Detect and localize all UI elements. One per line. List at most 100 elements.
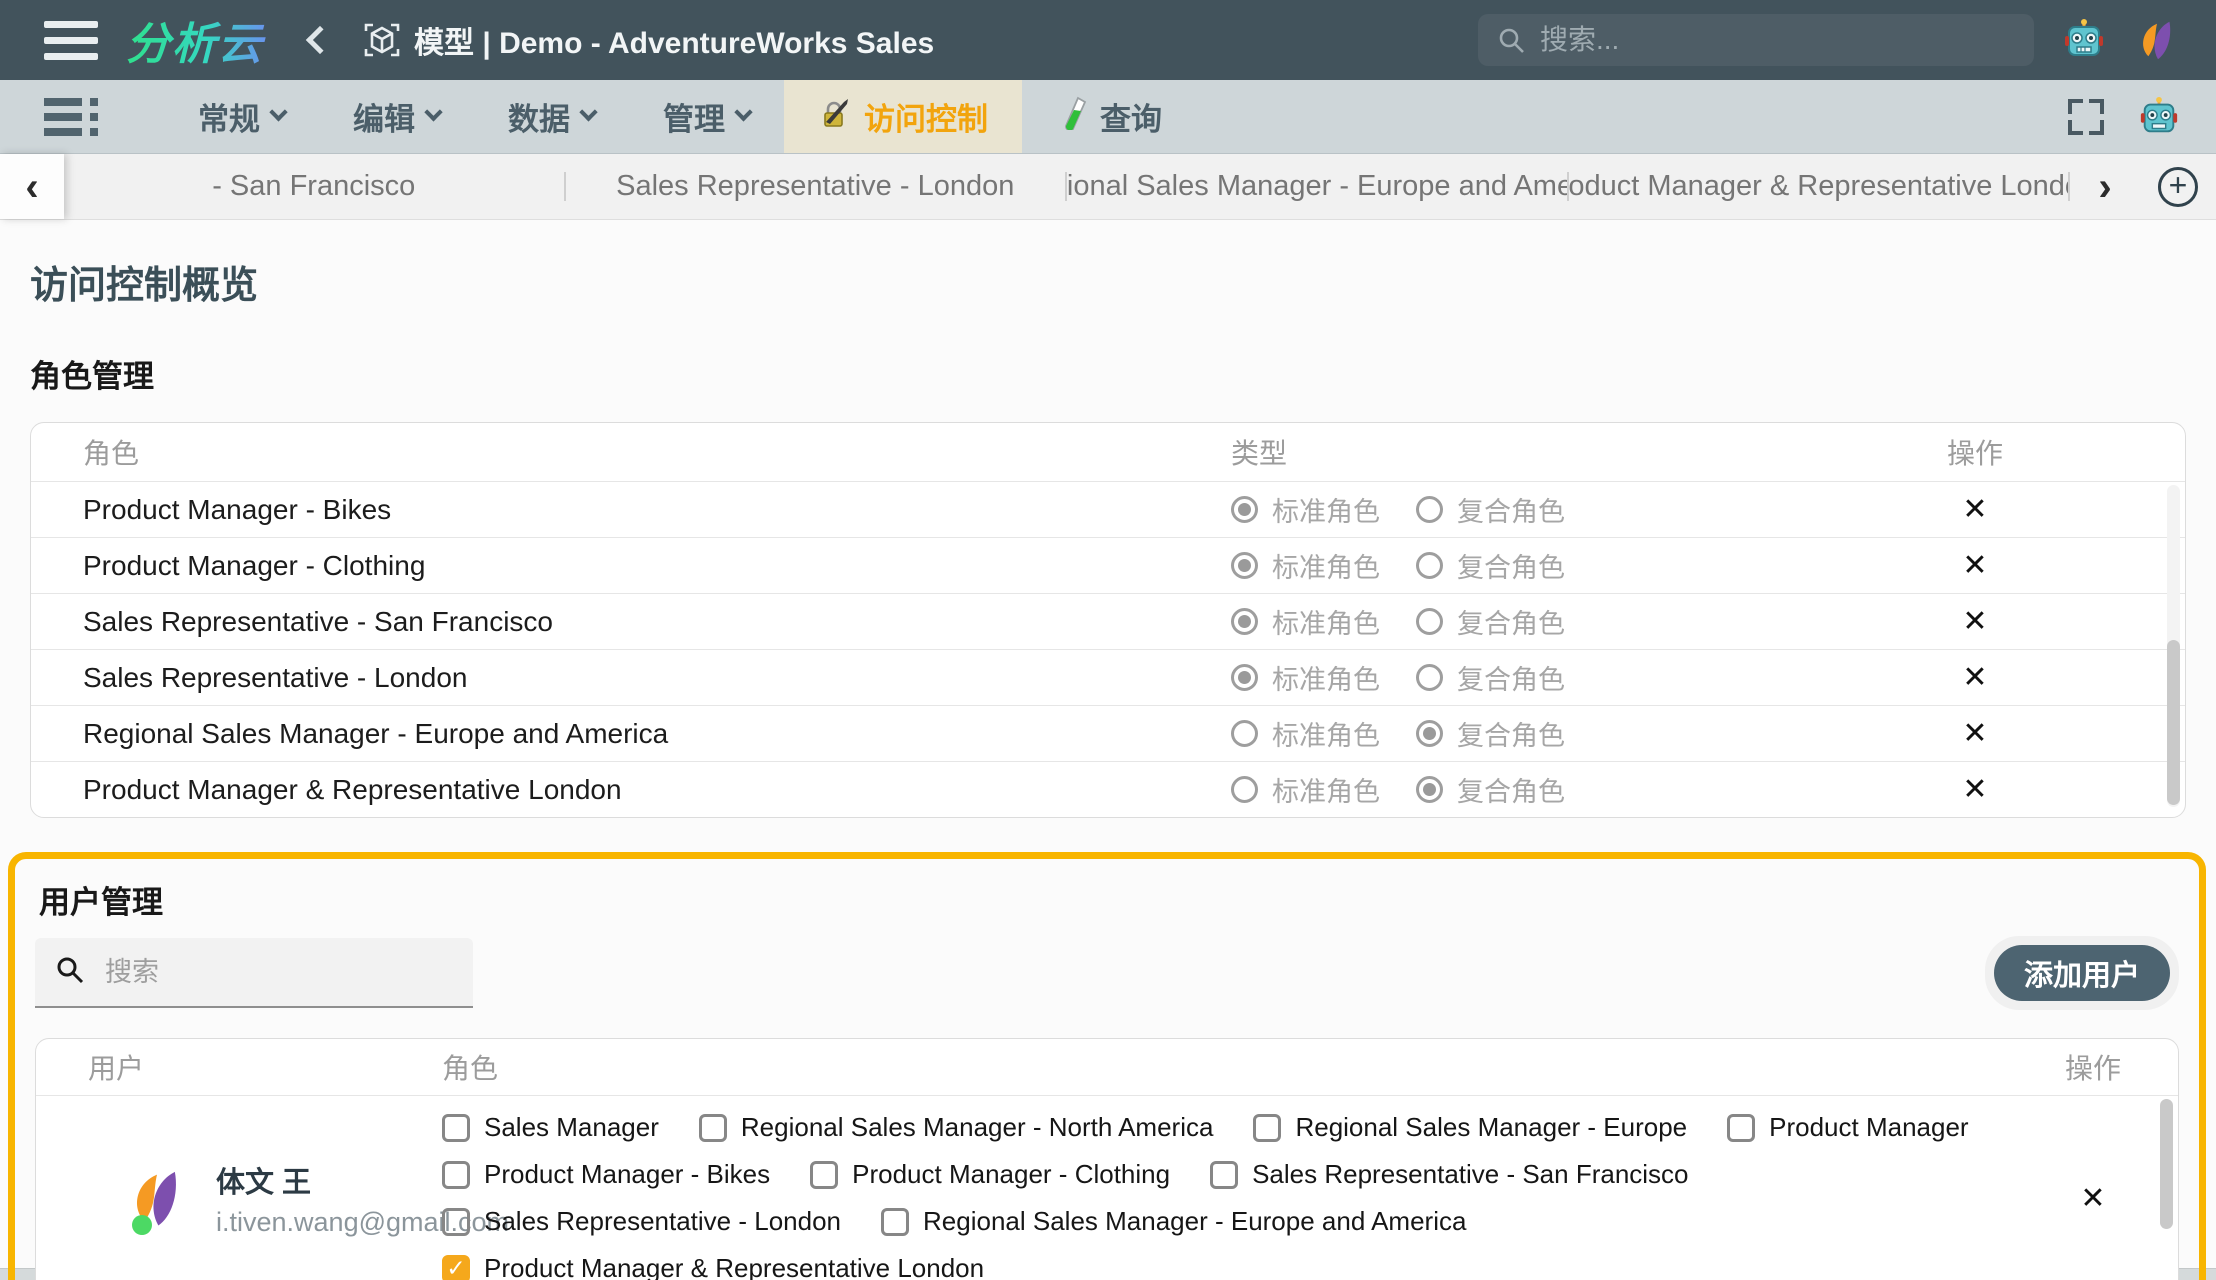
checkbox-icon[interactable] (442, 1160, 470, 1189)
radio-composite-role[interactable] (1416, 776, 1443, 803)
role-table-card: 角色 类型 操作 Product Manager - Bikes 标准角色 复合… (30, 422, 2186, 818)
radio-standard-role[interactable] (1231, 608, 1258, 635)
role-table-body: Product Manager - Bikes 标准角色 复合角色 ✕ Prod… (31, 481, 2185, 817)
role-checkbox-item[interactable]: Sales Representative - London (442, 1206, 841, 1237)
user-avatar (124, 1165, 190, 1235)
assistant-robot-icon[interactable] (2062, 18, 2106, 62)
chevron-down-icon (734, 103, 753, 122)
tabs-scroll-left-button[interactable]: ‹ (0, 154, 64, 219)
delete-role-button[interactable]: ✕ (1962, 493, 1987, 526)
checkbox-label: Regional Sales Manager - North America (740, 1112, 1214, 1142)
col-action: 操作 (2064, 1053, 2121, 1084)
radio-composite-label: 复合角色 (1457, 721, 1565, 751)
account-avatar[interactable] (2134, 17, 2180, 63)
chevron-down-icon (269, 103, 288, 122)
scrollbar-thumb[interactable] (2160, 1099, 2173, 1229)
chevron-down-icon (424, 103, 443, 122)
menu-list-icon[interactable] (44, 97, 98, 136)
role-table-row: Product Manager - Bikes 标准角色 复合角色 ✕ (31, 481, 2185, 537)
role-checkbox-item[interactable]: Regional Sales Manager - North America (698, 1112, 1214, 1143)
checkbox-icon[interactable] (1727, 1113, 1756, 1142)
tab-sales-rep-london[interactable]: Sales Representative - London (566, 154, 1066, 219)
checkbox-icon[interactable] (698, 1113, 727, 1142)
role-checkbox-item[interactable]: Sales Manager (442, 1112, 659, 1143)
back-chevron-icon[interactable] (305, 25, 335, 55)
role-checkbox-item[interactable]: Product Manager - Clothing (810, 1159, 1170, 1190)
role-tab-bar: ‹ - San Francisco Sales Representative -… (0, 154, 2216, 220)
tab-regional-sales-manager[interactable]: Regional Sales Manager - Europe and Amer… (1067, 154, 1567, 219)
radio-standard-label: 标准角色 (1272, 609, 1380, 639)
menu-item-general[interactable]: 常规 (164, 80, 319, 153)
menu-item-data[interactable]: 数据 (474, 80, 629, 153)
role-checkbox-item[interactable]: Regional Sales Manager - Europe and Amer… (881, 1206, 1466, 1237)
menu-item-access-control[interactable]: 访问控制 (784, 80, 1022, 153)
tabs-scroll-right-button[interactable]: › (2070, 154, 2140, 219)
role-type-radios: 标准角色 复合角色 (1231, 490, 1855, 529)
checkbox-icon[interactable]: ✓ (442, 1254, 470, 1280)
add-user-button[interactable]: 添加用户 (1993, 945, 2170, 1001)
role-checkbox-item[interactable]: Sales Representative - San Francisco (1210, 1159, 1689, 1190)
radio-standard-role[interactable] (1231, 552, 1258, 579)
robot-icon[interactable] (2138, 96, 2180, 138)
radio-composite-role[interactable] (1416, 552, 1443, 579)
radio-composite-label: 复合角色 (1457, 777, 1565, 807)
search-icon (1496, 25, 1526, 55)
plus-circle-icon: + (2158, 166, 2198, 207)
radio-standard-label: 标准角色 (1272, 497, 1380, 527)
global-search[interactable] (1478, 14, 2034, 66)
role-checkbox-list: Sales Manager Regional Sales Manager - N… (416, 1096, 2008, 1280)
delete-role-button[interactable]: ✕ (1962, 717, 1987, 750)
radio-standard-role[interactable] (1231, 776, 1258, 803)
remove-user-button[interactable]: ✕ (2080, 1182, 2105, 1215)
top-bar: 分析云 模型 | Demo - AdventureWorks Sales (0, 0, 2216, 80)
menu-item-edit[interactable]: 编辑 (319, 80, 474, 153)
user-management-highlight-box: 用户管理 添加用户 用户 角色 操作 (8, 852, 2206, 1280)
scrollbar-thumb[interactable] (2167, 639, 2180, 805)
menu-item-manage[interactable]: 管理 (629, 80, 784, 153)
role-type-radios: 标准角色 复合角色 (1231, 714, 1855, 753)
add-role-tab-button[interactable]: + (2140, 154, 2216, 219)
delete-role-button[interactable]: ✕ (1962, 549, 1987, 582)
radio-standard-role[interactable] (1231, 496, 1258, 523)
col-roles: 角色 (442, 1053, 499, 1084)
checkbox-label: Product Manager & Representative London (484, 1253, 985, 1280)
radio-composite-label: 复合角色 (1457, 609, 1565, 639)
radio-standard-role[interactable] (1231, 720, 1258, 747)
menu-bar: 常规 编辑 数据 管理 访问控制 查询 (0, 80, 2216, 154)
checkbox-icon[interactable] (881, 1207, 910, 1236)
user-cell: 体文 王 i.tiven.wang@gmail.com (36, 1159, 509, 1238)
radio-composite-role[interactable] (1416, 608, 1443, 635)
delete-role-button[interactable]: ✕ (1962, 661, 1987, 694)
radio-composite-label: 复合角色 (1457, 497, 1565, 527)
delete-role-button[interactable]: ✕ (1962, 605, 1987, 638)
role-checkbox-item[interactable]: Regional Sales Manager - Europe (1253, 1112, 1687, 1143)
radio-standard-role[interactable] (1231, 664, 1258, 691)
checkbox-icon[interactable] (1210, 1160, 1239, 1189)
radio-composite-role[interactable] (1416, 496, 1443, 523)
role-name: Product Manager - Clothing (83, 549, 426, 581)
hamburger-menu-icon[interactable] (44, 20, 98, 60)
radio-composite-role[interactable] (1416, 664, 1443, 691)
role-table-row: Product Manager & Representative London … (31, 761, 2185, 817)
role-checkbox-item[interactable]: Product Manager - Bikes (442, 1159, 770, 1190)
page-title: 访问控制概览 (30, 265, 259, 307)
tab-sales-rep-san-francisco[interactable]: - San Francisco (64, 154, 564, 219)
role-checkbox-item[interactable]: ✓ Product Manager & Representative Londo… (442, 1253, 984, 1280)
checkbox-icon[interactable] (810, 1160, 839, 1189)
radio-standard-label: 标准角色 (1272, 553, 1380, 583)
fullscreen-icon[interactable] (2068, 98, 2104, 135)
role-checkbox-item[interactable]: Product Manager (1727, 1112, 1969, 1143)
checkbox-label: Sales Manager (484, 1112, 659, 1142)
tab-product-manager-rep-london[interactable]: Product Manager & Representative London (1569, 154, 2069, 219)
checkbox-icon[interactable] (442, 1207, 470, 1236)
global-search-input[interactable] (1540, 24, 2016, 56)
radio-standard-label: 标准角色 (1272, 777, 1380, 807)
checkbox-icon[interactable] (1253, 1113, 1282, 1142)
user-search-field[interactable] (35, 938, 473, 1008)
checkbox-icon[interactable] (442, 1113, 470, 1142)
radio-composite-role[interactable] (1416, 720, 1443, 747)
delete-role-button[interactable]: ✕ (1962, 773, 1987, 806)
role-name: Sales Representative - London (83, 661, 468, 693)
user-search-input[interactable] (105, 956, 453, 988)
menu-item-query[interactable]: 查询 (1022, 80, 1196, 153)
